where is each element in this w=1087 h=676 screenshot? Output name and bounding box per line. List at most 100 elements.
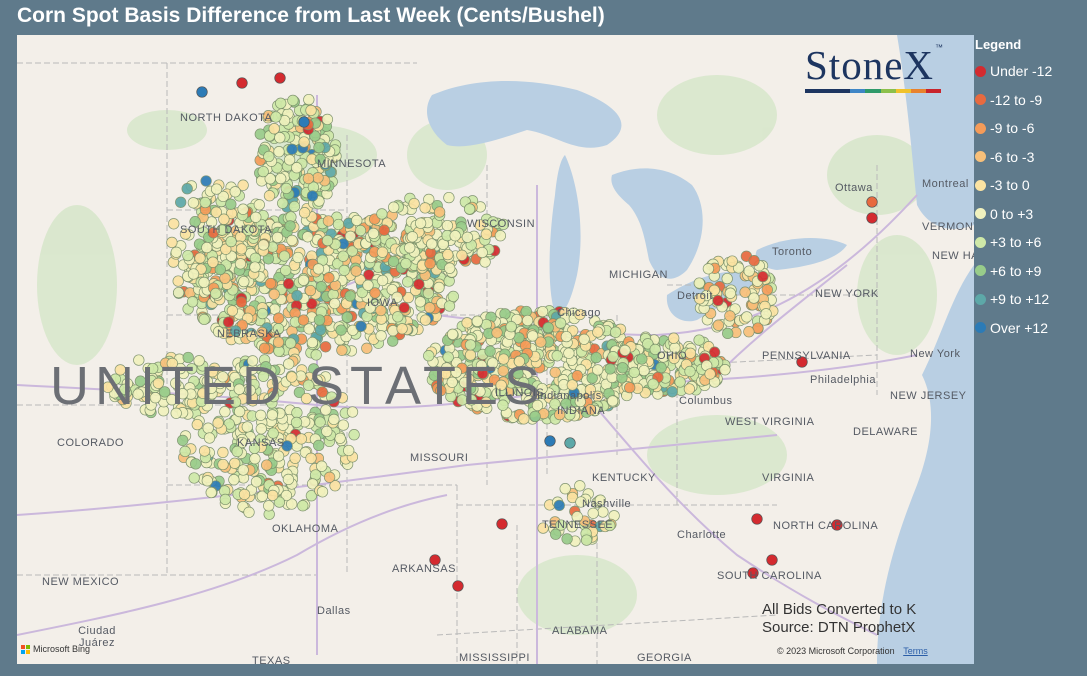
basis-marker[interactable] [422,287,435,299]
basis-marker[interactable] [238,488,251,501]
basis-marker[interactable] [283,154,296,166]
basis-marker[interactable] [200,175,212,187]
basis-marker[interactable] [278,250,291,262]
basis-marker[interactable] [263,500,275,512]
basis-marker[interactable] [449,230,461,242]
basis-marker[interactable] [282,473,295,486]
basis-marker[interactable] [464,339,477,351]
basis-marker[interactable] [505,321,517,333]
basis-marker[interactable] [314,324,327,336]
basis-marker[interactable] [726,255,738,267]
basis-marker[interactable] [277,197,289,209]
basis-marker[interactable] [292,251,304,264]
basis-marker[interactable] [609,326,622,338]
basis-marker[interactable] [571,370,583,382]
basis-marker[interactable] [188,472,200,484]
basis-marker[interactable] [166,236,178,249]
basis-marker[interactable] [210,287,222,300]
basis-marker[interactable] [433,281,445,294]
basis-marker[interactable] [456,249,468,261]
basis-marker[interactable] [255,423,267,435]
basis-marker[interactable] [414,296,426,308]
basis-marker[interactable] [298,136,310,148]
basis-marker[interactable] [305,452,317,464]
basis-marker[interactable] [647,378,659,390]
basis-marker[interactable] [480,228,492,240]
basis-marker[interactable] [315,281,327,293]
basis-marker[interactable] [463,203,476,215]
basis-marker[interactable] [295,433,307,445]
basis-marker[interactable] [376,274,389,287]
basis-marker[interactable] [402,276,414,288]
basis-marker[interactable] [229,186,241,198]
basis-marker[interactable] [287,94,299,107]
basis-marker[interactable] [313,141,325,154]
basis-marker[interactable] [341,311,353,323]
basis-marker[interactable] [234,258,247,270]
basis-marker[interactable] [757,270,769,283]
basis-marker[interactable] [282,278,295,290]
basis-marker[interactable] [225,235,237,248]
basis-marker[interactable] [219,493,231,506]
basis-marker[interactable] [704,368,716,380]
legend-item[interactable]: +6 to +9 [975,257,1085,286]
basis-marker[interactable] [312,172,324,184]
basis-marker[interactable] [272,312,285,324]
basis-marker[interactable] [172,275,184,287]
basis-marker[interactable] [566,379,578,391]
basis-marker[interactable] [337,419,349,431]
basis-marker[interactable] [743,265,755,277]
basis-marker[interactable] [286,143,298,155]
basis-marker[interactable] [396,323,408,335]
basis-marker[interactable] [302,172,315,185]
basis-marker[interactable] [743,326,755,338]
basis-marker[interactable] [590,351,602,364]
basis-marker[interactable] [722,327,734,340]
basis-marker[interactable] [186,296,199,308]
basis-marker[interactable] [303,93,315,106]
basis-marker[interactable] [491,327,503,339]
basis-marker[interactable] [280,182,292,195]
basis-marker[interactable] [268,288,280,300]
basis-marker[interactable] [250,476,263,488]
basis-marker[interactable] [256,307,269,320]
basis-marker[interactable] [496,518,508,530]
basis-marker[interactable] [187,268,200,280]
basis-marker[interactable] [286,234,298,247]
basis-marker[interactable] [254,128,266,140]
basis-marker[interactable] [235,296,248,308]
basis-marker[interactable] [724,287,737,299]
basis-marker[interactable] [388,201,400,213]
legend-item[interactable]: -12 to -9 [975,86,1085,115]
basis-marker[interactable] [693,334,705,346]
basis-marker[interactable] [387,335,399,347]
basis-marker[interactable] [668,332,680,344]
basis-marker[interactable] [280,264,292,277]
basis-marker[interactable] [217,446,229,459]
bing-attribution[interactable]: Microsoft Bing [21,644,90,654]
basis-marker[interactable] [607,395,619,407]
legend-item[interactable]: 0 to +3 [975,200,1085,229]
basis-marker[interactable] [702,263,715,275]
basis-marker[interactable] [199,196,211,209]
basis-marker[interactable] [494,230,507,242]
basis-marker[interactable] [350,265,362,277]
basis-marker[interactable] [190,458,202,470]
basis-marker[interactable] [284,337,297,349]
basis-marker[interactable] [222,316,235,328]
basis-marker[interactable] [442,248,454,261]
basis-marker[interactable] [313,439,325,452]
legend-item[interactable]: +3 to +6 [975,228,1085,257]
basis-marker[interactable] [249,453,261,465]
basis-marker[interactable] [305,104,317,117]
basis-marker[interactable] [316,460,328,472]
basis-marker[interactable] [354,224,367,237]
basis-marker[interactable] [413,278,425,290]
basis-marker[interactable] [708,346,721,358]
basis-marker[interactable] [564,437,576,449]
basis-marker[interactable] [275,172,287,185]
basis-marker[interactable] [398,301,410,314]
basis-marker[interactable] [191,418,203,431]
basis-marker[interactable] [257,165,269,178]
basis-marker[interactable] [376,208,388,220]
